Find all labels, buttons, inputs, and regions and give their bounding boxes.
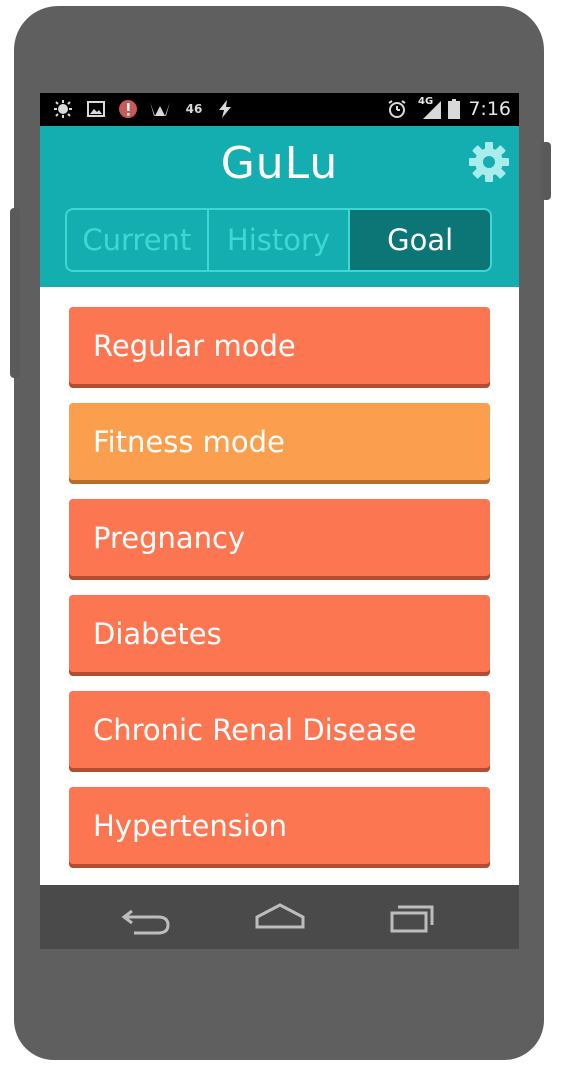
phone-side-button-right bbox=[541, 142, 551, 200]
debug-icon bbox=[52, 100, 74, 118]
recents-icon[interactable] bbox=[378, 895, 448, 939]
app-bar: GuLu Current History Goal bbox=[40, 126, 519, 287]
status-time: 7:16 bbox=[468, 98, 511, 120]
phone-side-button-left bbox=[10, 208, 20, 378]
chronic-renal-disease-button[interactable]: Chronic Renal Disease bbox=[69, 691, 490, 768]
alarm-icon bbox=[386, 100, 408, 118]
crown-icon bbox=[148, 100, 172, 118]
pregnancy-button[interactable]: Pregnancy bbox=[69, 499, 490, 576]
fitness-mode-button[interactable]: Fitness mode bbox=[69, 403, 490, 480]
tab-current[interactable]: Current bbox=[67, 210, 207, 270]
diabetes-button[interactable]: Diabetes bbox=[69, 595, 490, 672]
regular-mode-button[interactable]: Regular mode bbox=[69, 307, 490, 384]
tab-goal[interactable]: Goal bbox=[348, 210, 490, 270]
tab-bar: Current History Goal bbox=[65, 208, 492, 272]
bolt-icon bbox=[214, 100, 236, 118]
back-icon[interactable] bbox=[112, 895, 182, 939]
phone-screen: 46 4G 7:16 GuLu Current History Goal Reg… bbox=[40, 93, 519, 949]
status-bar: 46 4G 7:16 bbox=[40, 93, 519, 126]
app-title: GuLu bbox=[220, 138, 339, 189]
image-icon bbox=[86, 100, 106, 118]
home-icon[interactable] bbox=[245, 895, 315, 939]
navigation-bar bbox=[40, 885, 519, 949]
alert-icon bbox=[118, 100, 138, 118]
hypertension-button[interactable]: Hypertension bbox=[69, 787, 490, 864]
gear-icon[interactable] bbox=[468, 141, 510, 183]
signal-label: 4G bbox=[418, 96, 434, 107]
battery-icon bbox=[447, 99, 461, 119]
tab-history[interactable]: History bbox=[206, 210, 349, 270]
network-label: 46 bbox=[185, 102, 203, 116]
